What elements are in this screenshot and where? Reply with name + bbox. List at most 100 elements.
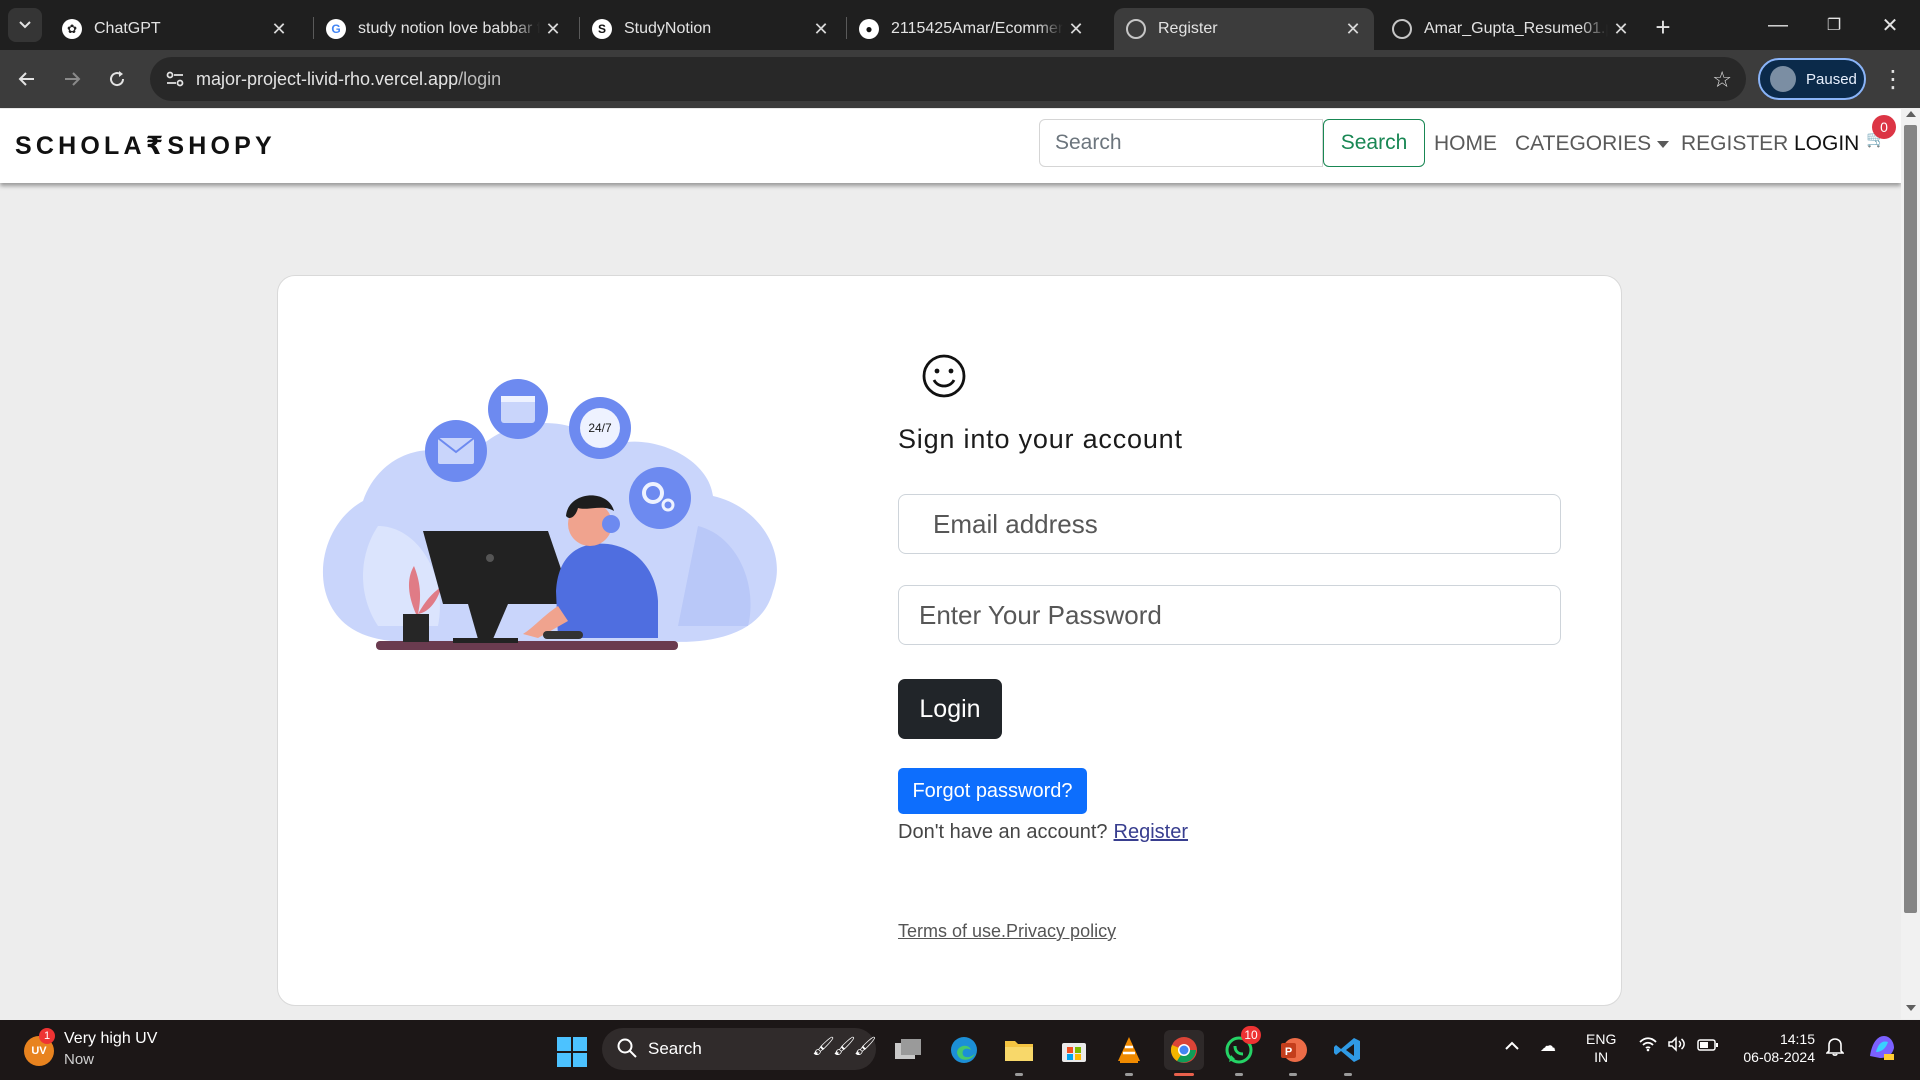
microsoft-store-icon[interactable] — [1054, 1030, 1094, 1070]
tab-search-button[interactable] — [8, 8, 42, 42]
nav-categories-dropdown[interactable]: CATEGORIES — [1515, 132, 1670, 156]
copilot-icon[interactable] — [1866, 1032, 1898, 1067]
nav-register-link[interactable]: REGISTER — [1681, 132, 1788, 156]
privacy-policy-link[interactable]: Privacy policy — [1006, 921, 1116, 941]
clock-date: 06-08-2024 — [1743, 1049, 1815, 1065]
nav-home-link[interactable]: HOME — [1434, 132, 1497, 156]
close-tab-icon[interactable]: ✕ — [1608, 16, 1634, 42]
tab-resume[interactable]: Amar_Gupta_Resume01.pd ✕ — [1380, 8, 1642, 50]
taskbar-search-box[interactable]: Search 🖌🖌🖌 — [602, 1028, 877, 1070]
clock-time: 14:15 — [1779, 1031, 1815, 1047]
register-link[interactable]: Register — [1114, 821, 1188, 843]
globe-icon — [1126, 19, 1146, 39]
running-indicator — [1174, 1073, 1194, 1076]
chevron-up-icon[interactable] — [1504, 1036, 1520, 1057]
bookmark-star-icon[interactable]: ☆ — [1712, 67, 1732, 93]
language-indicator[interactable]: ENG IN — [1586, 1030, 1616, 1066]
terms-of-use-link[interactable]: Terms of use. — [898, 921, 1006, 941]
close-window-button[interactable]: ✕ — [1862, 0, 1918, 50]
running-indicator — [1125, 1073, 1133, 1076]
smiley-icon — [922, 354, 966, 398]
arrow-left-icon — [18, 72, 34, 86]
search-icon — [617, 1038, 637, 1058]
search-input[interactable] — [1039, 119, 1323, 167]
address-bar[interactable]: major-project-livid-rho.vercel.app/login… — [150, 57, 1746, 101]
nav-login-link[interactable]: LOGIN — [1794, 132, 1859, 156]
search-highlight-icon: 🖌🖌🖌 — [812, 1036, 877, 1056]
powerpoint-icon[interactable]: P — [1273, 1030, 1313, 1076]
scroll-up-arrow-icon[interactable] — [1906, 111, 1916, 117]
battery-icon[interactable] — [1697, 1036, 1719, 1057]
windows-start-icon[interactable] — [557, 1037, 587, 1067]
password-field[interactable] — [898, 585, 1561, 645]
signup-prompt-text: Don't have an account? — [898, 821, 1108, 843]
new-tab-button[interactable]: + — [1648, 12, 1678, 42]
browser-toolbar: major-project-livid-rho.vercel.app/login… — [0, 50, 1920, 108]
vscode-icon[interactable] — [1328, 1030, 1368, 1076]
tab-github[interactable]: ● 2115425Amar/Ecommerce ✕ — [847, 8, 1097, 50]
vlc-player-icon[interactable] — [1109, 1030, 1149, 1076]
forgot-password-button[interactable]: Forgot password? — [898, 768, 1087, 814]
illustration-247-badge: 24/7 — [588, 421, 612, 435]
email-field[interactable] — [898, 494, 1561, 554]
file-explorer-icon[interactable] — [999, 1030, 1039, 1076]
support-illustration: 24/7 — [322, 379, 777, 650]
url-text: major-project-livid-rho.vercel.app/login — [196, 69, 501, 90]
cart-count-badge: 0 — [1872, 115, 1896, 139]
tab-register[interactable]: Register ✕ — [1114, 8, 1374, 50]
github-icon: ● — [859, 19, 879, 39]
tab-chatgpt[interactable]: ✿ ChatGPT ✕ — [50, 8, 300, 50]
google-icon: G — [326, 19, 346, 39]
wifi-icon[interactable] — [1638, 1036, 1658, 1057]
back-button[interactable] — [11, 63, 43, 95]
login-button[interactable]: Login — [898, 679, 1002, 739]
globe-icon — [1392, 19, 1412, 39]
weather-title[interactable]: Very high UV — [64, 1030, 157, 1048]
close-tab-icon[interactable]: ✕ — [808, 16, 834, 42]
restore-button[interactable]: ❐ — [1806, 0, 1862, 50]
windows-taskbar: UV 1 Very high UV Now Search 🖌🖌🖌 10 P ☁ … — [0, 1020, 1920, 1080]
profile-button[interactable]: Paused — [1758, 58, 1866, 100]
whatsapp-notification-badge: 10 — [1241, 1026, 1261, 1044]
profile-status-label: Paused — [1806, 70, 1857, 88]
onedrive-error-icon[interactable]: ☁ — [1540, 1036, 1556, 1056]
url-path: /login — [458, 69, 502, 89]
chevron-down-icon — [19, 21, 31, 29]
tab-title: 2115425Amar/Ecommerce — [891, 20, 1063, 37]
scrollbar-thumb[interactable] — [1904, 125, 1917, 913]
volume-icon[interactable] — [1667, 1036, 1687, 1057]
running-indicator — [1289, 1073, 1297, 1076]
close-tab-icon[interactable]: ✕ — [1340, 16, 1366, 42]
reload-button[interactable] — [101, 63, 133, 95]
site-settings-icon[interactable] — [164, 68, 186, 90]
page-scrollbar[interactable] — [1901, 109, 1920, 1019]
close-tab-icon[interactable]: ✕ — [266, 16, 292, 42]
svg-text:P: P — [1285, 1046, 1292, 1058]
arrow-right-icon — [65, 72, 81, 86]
chrome-browser-icon[interactable] — [1164, 1030, 1204, 1076]
chatgpt-icon: ✿ — [62, 19, 82, 39]
close-tab-icon[interactable]: ✕ — [540, 16, 566, 42]
running-indicator — [1344, 1073, 1352, 1076]
edge-browser-icon[interactable] — [944, 1030, 984, 1070]
more-menu-icon[interactable]: ⋮ — [1878, 63, 1908, 95]
site-navbar: SCHOLA₹SHOPY Search HOME CATEGORIES REGI… — [0, 109, 1901, 183]
search-button[interactable]: Search — [1323, 119, 1425, 167]
minimize-button[interactable]: — — [1750, 0, 1806, 50]
system-clock[interactable]: 14:15 06-08-2024 — [1735, 1030, 1815, 1066]
notification-bell-icon[interactable] — [1825, 1036, 1845, 1061]
scroll-down-arrow-icon[interactable] — [1906, 1005, 1916, 1011]
forward-button[interactable] — [56, 63, 88, 95]
tab-google-search[interactable]: G study notion love babbar f ✕ — [314, 8, 574, 50]
tab-studynotion[interactable]: S StudyNotion ✕ — [580, 8, 842, 50]
browser-tab-bar: ✿ ChatGPT ✕ G study notion love babbar f… — [0, 0, 1920, 50]
close-tab-icon[interactable]: ✕ — [1063, 16, 1089, 42]
weather-subtitle: Now — [64, 1051, 95, 1068]
brand-logo[interactable]: SCHOLA₹SHOPY — [15, 131, 276, 161]
region-code: IN — [1594, 1049, 1609, 1065]
nav-categories-label: CATEGORIES — [1515, 132, 1652, 155]
language-code: ENG — [1586, 1031, 1617, 1047]
whatsapp-icon[interactable]: 10 — [1219, 1026, 1261, 1076]
task-view-icon[interactable] — [888, 1030, 928, 1070]
avatar — [1770, 66, 1796, 92]
